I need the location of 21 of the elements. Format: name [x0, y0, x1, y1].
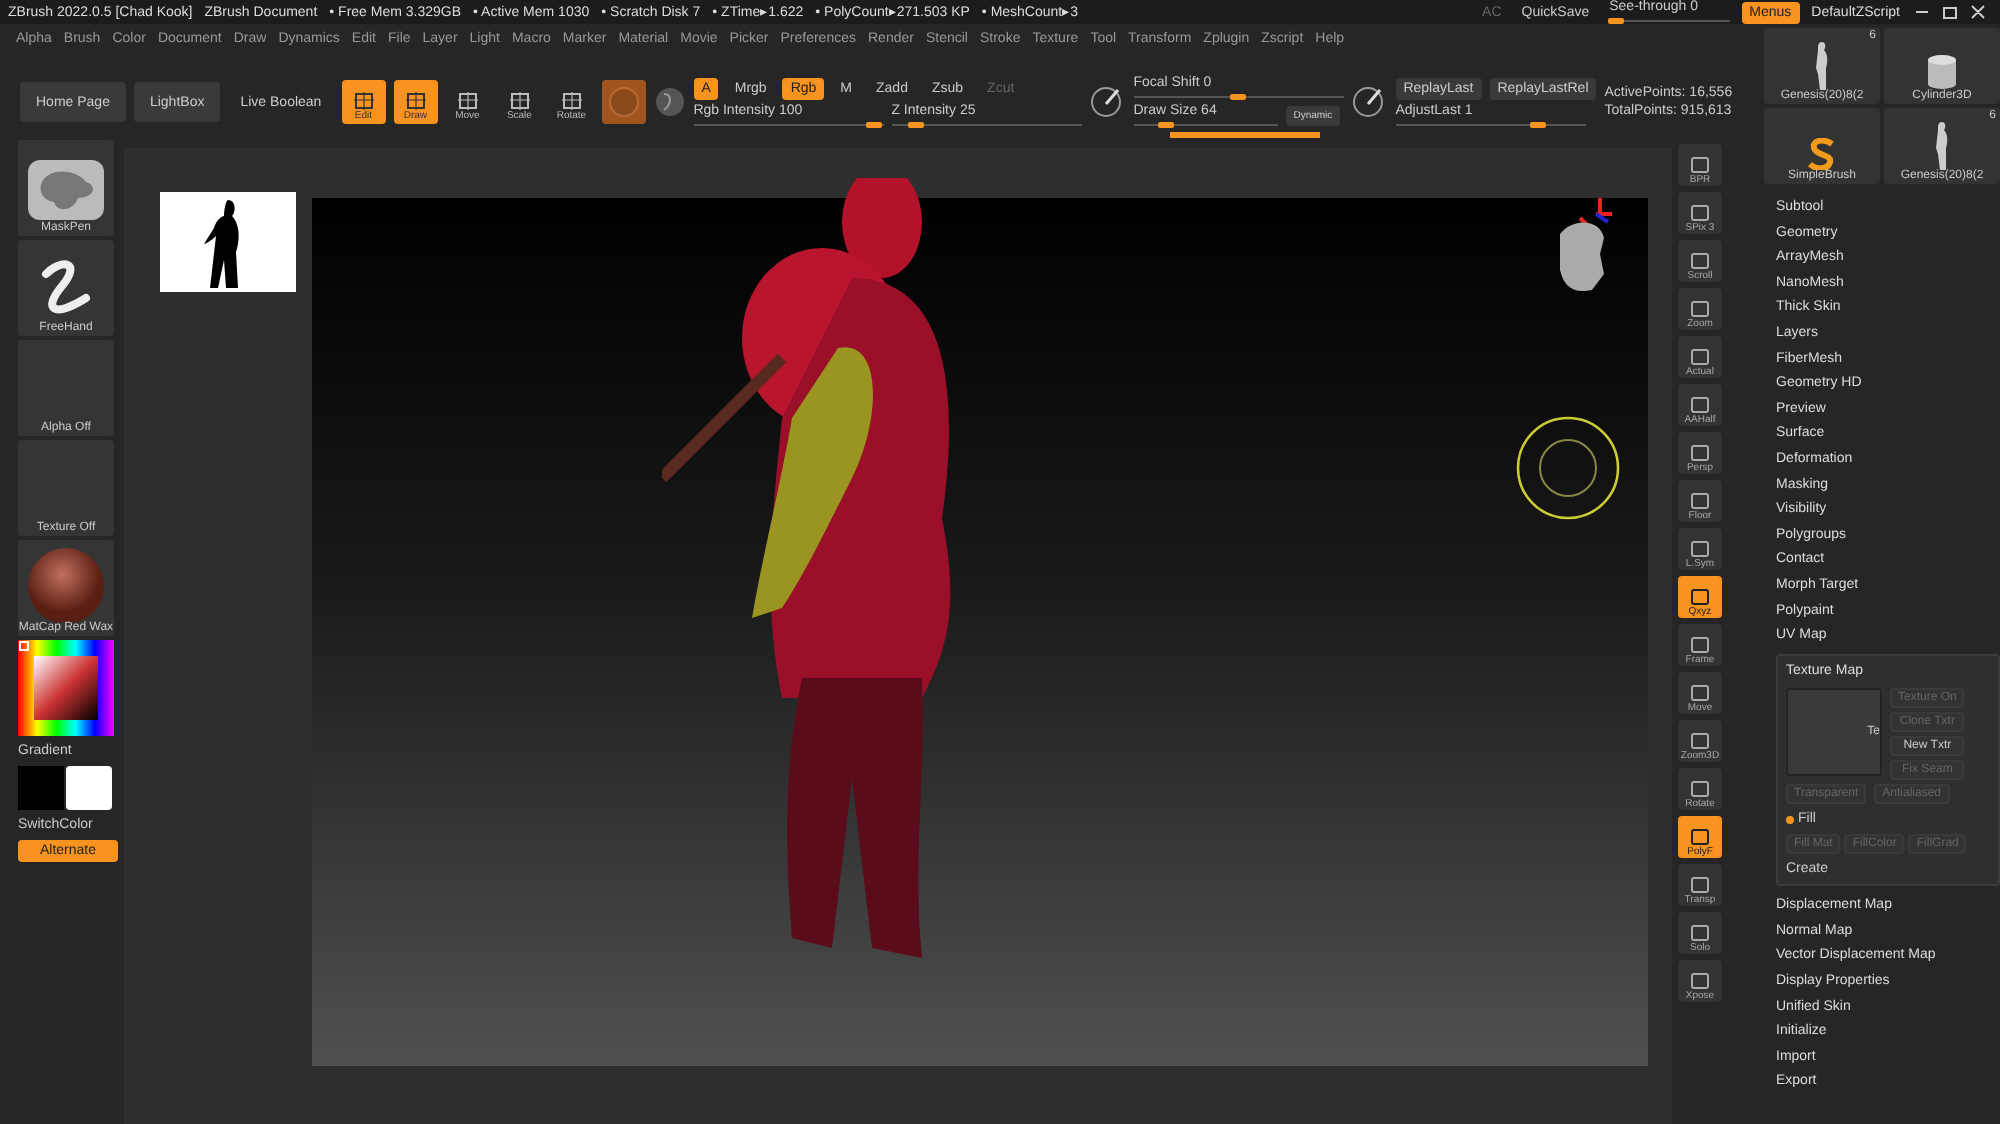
slider-thumb[interactable] [1157, 122, 1174, 128]
slider-thumb[interactable] [865, 121, 882, 127]
figure-icon [1812, 42, 1832, 90]
slider-thumb[interactable] [1529, 121, 1546, 127]
slider-thumb[interactable] [908, 121, 925, 127]
brush-settings-icon[interactable] [1089, 84, 1126, 120]
s-brush-icon [1808, 138, 1836, 170]
material-swatch-icon[interactable] [601, 80, 646, 124]
silhouette-thumbnail [160, 192, 296, 292]
sphere-icon[interactable] [653, 86, 686, 118]
brush-settings-icon[interactable] [1351, 84, 1388, 120]
figure-icon [1932, 122, 1952, 170]
slider-thumb[interactable] [1607, 18, 1624, 24]
main-color-swatch[interactable] [18, 766, 64, 810]
secondary-color-swatch[interactable] [66, 766, 112, 810]
slider-thumb[interactable] [1230, 94, 1247, 100]
dot-icon [1786, 815, 1794, 824]
brush-cursor-icon [1514, 414, 1622, 522]
cylinder-icon [1926, 54, 1958, 90]
color-picker-icon[interactable] [18, 640, 114, 736]
mask-brush-icon [26, 158, 106, 222]
